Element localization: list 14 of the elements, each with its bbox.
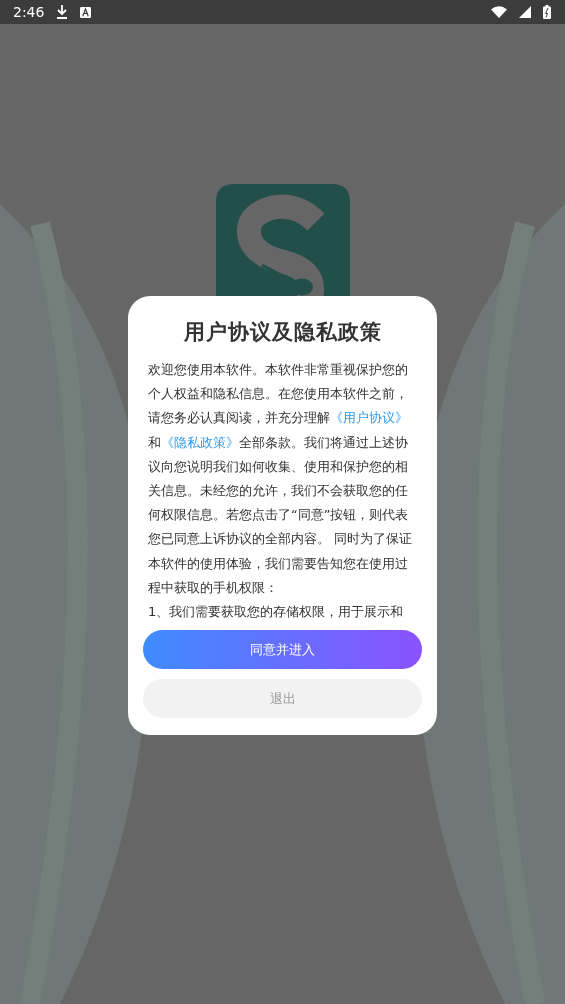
agreement-text: 欢迎您使用本软件。本软件非常重视保护您的个人权益和隐私信息。在您使用本软件之前，请您务必认真阅读，并充分理解《用户协议》 和《隐私政策》全部条款。我们将通过上述协议向您说明我们如何收集、使用和保护您的相关信息。未经您的允许，我们不会获取您的任何权限信息。若您点击了“同意”按钮，则代表您已同意上诉协议的全部内容。 同时为了保证本软件的使用体验，我们需要告知您在使用过程中获取的手机权限： xyxy=(148,361,414,597)
app-logo-icon xyxy=(216,184,350,296)
status-time: 2:46 xyxy=(13,4,45,20)
signal-icon xyxy=(519,6,531,18)
policy-link[interactable]: 《用户协议》 xyxy=(330,410,408,426)
dialog-title: 用户协议及隐私政策 xyxy=(182,319,383,346)
permission-list-item: 1、我们需要获取您的存储权限，用于展示和 xyxy=(148,603,405,622)
download-icon xyxy=(56,5,69,19)
exit-button[interactable]: 退出 xyxy=(143,679,422,719)
notification-icon xyxy=(80,6,92,18)
policy-link[interactable]: 《隐私政策》 xyxy=(161,434,239,450)
agree-button[interactable]: 同意并进入 xyxy=(143,630,422,670)
battery-icon xyxy=(543,5,551,19)
wifi-icon xyxy=(491,6,507,18)
